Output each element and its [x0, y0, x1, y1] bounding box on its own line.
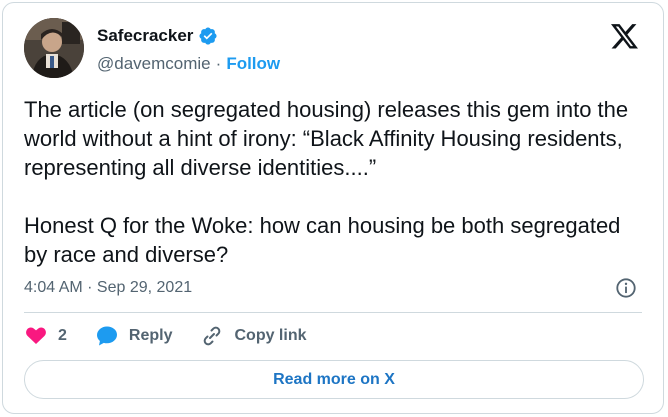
copy-link-button[interactable]: Copy link: [200, 324, 307, 348]
like-count: 2: [58, 327, 67, 344]
author-handle[interactable]: @davemcomie: [97, 54, 211, 74]
avatar[interactable]: [24, 18, 84, 78]
reply-label: Reply: [128, 327, 173, 344]
x-logo-icon[interactable]: [611, 24, 638, 49]
read-more-label: Read more on X: [273, 370, 395, 388]
info-icon[interactable]: [615, 277, 637, 299]
action-bar: 2 Reply Copy link: [24, 324, 307, 348]
author-name[interactable]: Safecracker: [97, 26, 193, 46]
tweet-card: Safecracker @davemcomie · Follow The art…: [2, 2, 664, 414]
reply-button[interactable]: Reply: [95, 324, 173, 348]
tweet-text: The article (on segregated housing) rele…: [24, 97, 629, 267]
heart-icon: [26, 327, 46, 344]
separator-dot: ·: [215, 54, 222, 73]
author-handle-row: @davemcomie · Follow: [97, 54, 280, 74]
verified-badge-icon: [199, 27, 217, 45]
follow-button[interactable]: Follow: [226, 54, 280, 74]
author-name-row: Safecracker: [97, 26, 218, 46]
read-more-button[interactable]: Read more on X: [24, 360, 644, 399]
reply-bubble-icon: [96, 326, 117, 346]
link-icon: [204, 326, 221, 346]
tweet-timestamp[interactable]: 4:04 AM · Sep 29, 2021: [24, 279, 192, 297]
copy-link-label: Copy link: [234, 327, 307, 344]
avatar-image: [24, 18, 84, 78]
divider: [24, 312, 642, 313]
like-button[interactable]: 2: [24, 324, 67, 348]
